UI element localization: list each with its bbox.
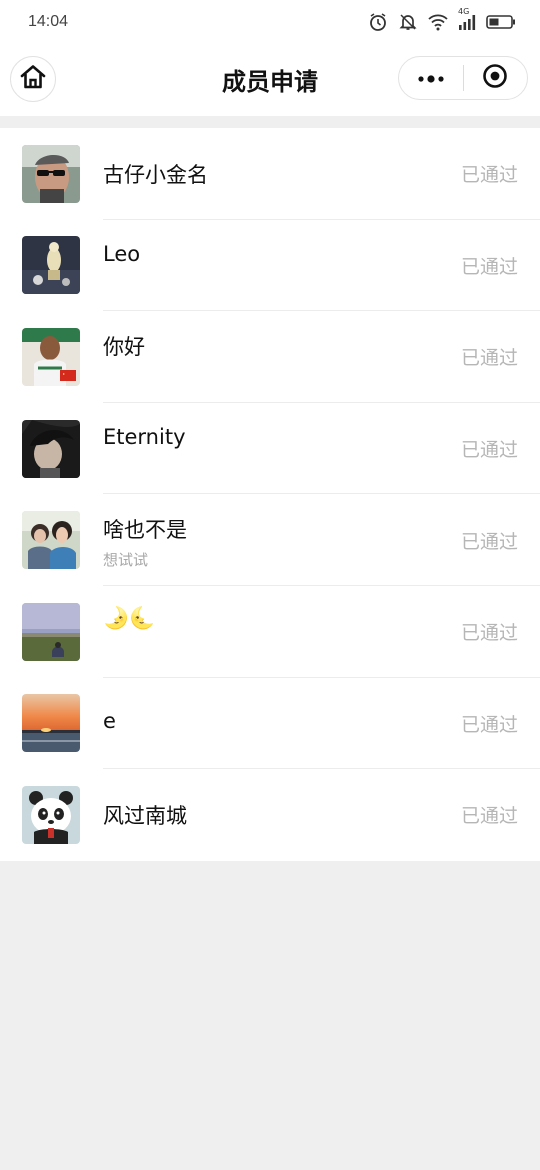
member-info: Eternity — [103, 403, 420, 495]
approval-status: 已通过 — [460, 805, 518, 828]
more-button[interactable] — [399, 57, 463, 99]
status-bar: 14:04 4G — [0, 0, 540, 44]
member-row[interactable]: 风过南城 已通过 — [0, 769, 540, 861]
member-info: 你好 — [103, 311, 420, 403]
bell-icon — [398, 12, 418, 32]
member-list: 古仔小金名 已通过 Leo 已通过 你好 已通过 Eternity 已通过 啥也… — [0, 128, 540, 861]
network-label: 4G — [458, 7, 470, 16]
section-gap — [0, 116, 540, 128]
member-name: 啥也不是 — [103, 518, 187, 543]
member-name: 你好 — [103, 335, 145, 360]
member-info: 🌛🌜 — [103, 586, 420, 678]
avatar — [22, 602, 80, 661]
avatar — [22, 419, 80, 478]
alarm-icon — [368, 12, 388, 32]
status-time: 14:04 — [28, 13, 69, 30]
approval-status: 已通过 — [460, 622, 518, 645]
approval-status: 已通过 — [460, 713, 518, 736]
member-row[interactable]: 🌛🌜 已通过 — [0, 586, 540, 678]
avatar — [22, 144, 80, 203]
member-info: 古仔小金名 — [103, 128, 420, 220]
nav-bar: 成员申请 — [0, 44, 540, 116]
signal-icon: 4G — [458, 7, 476, 31]
battery-icon — [486, 14, 516, 30]
approval-status: 已通过 — [460, 255, 518, 278]
avatar — [22, 236, 80, 295]
avatar — [22, 785, 80, 844]
member-row[interactable]: Leo 已通过 — [0, 220, 540, 312]
member-name: 🌛🌜 — [103, 605, 156, 630]
member-note: 想试试 — [103, 551, 149, 570]
avatar — [22, 327, 80, 386]
approval-status: 已通过 — [460, 347, 518, 370]
avatar — [22, 511, 80, 570]
member-row[interactable]: 你好 已通过 — [0, 311, 540, 403]
approval-status: 已通过 — [460, 530, 518, 553]
status-icons: 4G — [368, 7, 516, 32]
wifi-icon — [428, 13, 448, 31]
member-name: Eternity — [103, 424, 186, 449]
member-row[interactable]: Eternity 已通过 — [0, 403, 540, 495]
approval-status: 已通过 — [460, 164, 518, 187]
close-button[interactable] — [464, 57, 528, 99]
approval-status: 已通过 — [460, 439, 518, 462]
mini-program-capsule — [398, 56, 528, 100]
member-name: e — [103, 708, 116, 733]
target-close-icon — [482, 63, 508, 93]
member-name: Leo — [103, 241, 141, 266]
member-info: Leo — [103, 220, 420, 312]
member-info: e — [103, 678, 420, 770]
member-name: 风过南城 — [103, 804, 187, 829]
member-info: 风过南城 — [103, 769, 420, 861]
more-dots-icon — [416, 69, 446, 88]
member-row[interactable]: 古仔小金名 已通过 — [0, 128, 540, 220]
member-name: 古仔小金名 — [103, 163, 208, 187]
member-info: 啥也不是 想试试 — [103, 494, 420, 586]
member-row[interactable]: e 已通过 — [0, 678, 540, 770]
avatar — [22, 694, 80, 753]
member-row[interactable]: 啥也不是 想试试 已通过 — [0, 494, 540, 586]
